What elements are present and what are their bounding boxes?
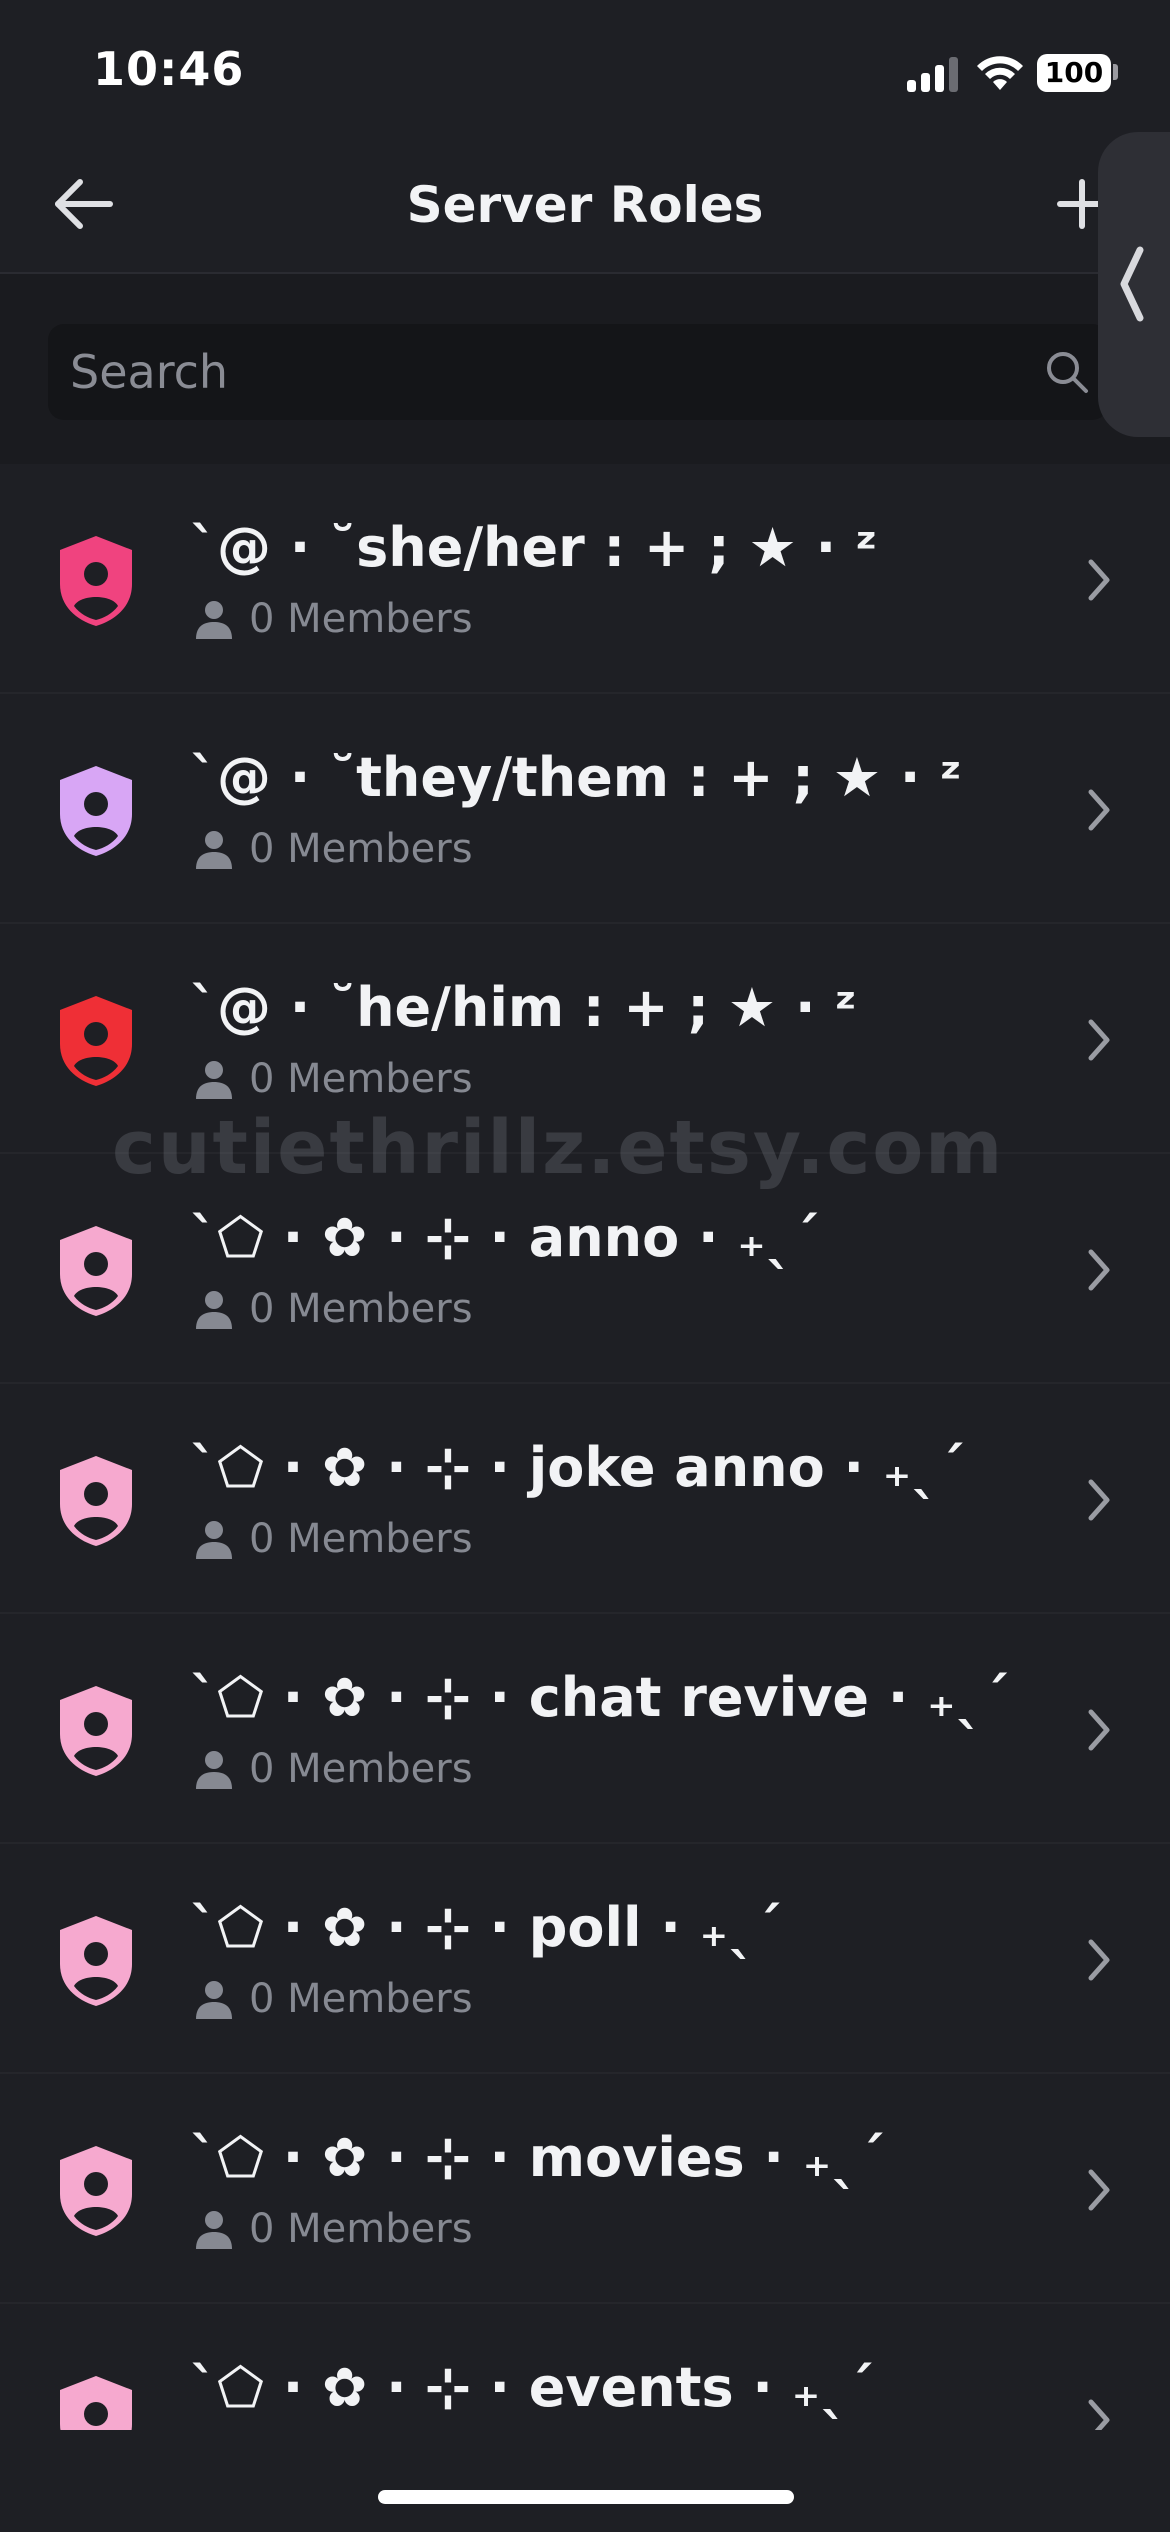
bottom-area bbox=[0, 2430, 1170, 2532]
role-name: `@ · ˘they/them : + ; ★ · ᶻ bbox=[190, 746, 962, 809]
member-count: 0 Members bbox=[249, 596, 473, 642]
chevron-right-icon bbox=[1088, 559, 1110, 601]
person-icon bbox=[196, 2211, 232, 2249]
role-members: 0 Members bbox=[193, 594, 473, 644]
role-name: `⬠ · ✿ · ⊹ · chat revive · ₊ˎˊ bbox=[190, 1666, 1010, 1729]
person-icon bbox=[196, 601, 232, 639]
person-icon bbox=[196, 831, 232, 869]
role-members: 0 Members bbox=[193, 2204, 473, 2254]
role-row[interactable]: `⬠ · ✿ · ⊹ · chat revive · ₊ˎˊ 0 Members bbox=[0, 1614, 1170, 1844]
chevron-right-icon bbox=[1088, 2169, 1110, 2211]
chevron-left-icon bbox=[1120, 246, 1144, 322]
status-bar: 10:46 100 bbox=[0, 0, 1170, 140]
role-name: `⬠ · ✿ · ⊹ · movies · ₊ˎˊ bbox=[190, 2126, 886, 2189]
role-name: `⬠ · ✿ · ⊹ · poll · ₊ˎˊ bbox=[190, 1896, 783, 1959]
role-row[interactable]: `⬠ · ✿ · ⊹ · anno · ₊ˎˊ 0 Members bbox=[0, 1154, 1170, 1384]
battery-indicator: 100 bbox=[1037, 54, 1111, 92]
person-icon bbox=[196, 1751, 232, 1789]
person-icon bbox=[196, 1061, 232, 1099]
role-name: `⬠ · ✿ · ⊹ · events · ₊ˎˊ bbox=[190, 2356, 875, 2419]
side-drawer-tab[interactable] bbox=[1098, 132, 1170, 437]
person-icon bbox=[196, 1291, 232, 1329]
role-name: `@ · ˘he/him : + ; ★ · ᶻ bbox=[190, 976, 857, 1039]
person-icon bbox=[196, 1521, 232, 1559]
role-row[interactable]: `⬠ · ✿ · ⊹ · poll · ₊ˎˊ 0 Members bbox=[0, 1844, 1170, 2074]
role-members: 0 Members bbox=[193, 1284, 473, 1334]
role-name: `⬠ · ✿ · ⊹ · anno · ₊ˎˊ bbox=[190, 1206, 820, 1269]
role-name: `@ · ˘she/her : + ; ★ · ᶻ bbox=[190, 516, 878, 579]
chevron-right-icon bbox=[1088, 1939, 1110, 1981]
search-area bbox=[0, 274, 1170, 464]
role-members: 0 Members bbox=[193, 1744, 473, 1794]
member-count: 0 Members bbox=[249, 1976, 473, 2022]
chevron-right-icon bbox=[1088, 1249, 1110, 1291]
chevron-right-icon bbox=[1088, 1019, 1110, 1061]
role-members: 0 Members bbox=[193, 824, 473, 874]
person-icon bbox=[196, 1981, 232, 2019]
role-shield-icon bbox=[60, 536, 132, 626]
member-count: 0 Members bbox=[249, 1056, 473, 1102]
search-icon bbox=[1047, 352, 1088, 393]
role-shield-icon bbox=[60, 1686, 132, 1776]
role-members: 0 Members bbox=[193, 1054, 473, 1104]
search-input[interactable] bbox=[70, 324, 970, 420]
role-row[interactable]: `@ · ˘they/them : + ; ★ · ᶻ 0 Members bbox=[0, 694, 1170, 924]
role-shield-icon bbox=[60, 1226, 132, 1316]
member-count: 0 Members bbox=[249, 1516, 473, 1562]
role-shield-icon bbox=[60, 1456, 132, 1546]
wifi-icon bbox=[977, 56, 1023, 90]
role-row[interactable]: `⬠ · ✿ · ⊹ · joke anno · ₊ˎˊ 0 Members bbox=[0, 1384, 1170, 1614]
role-shield-icon bbox=[60, 2146, 132, 2236]
role-row[interactable]: `@ · ˘she/her : + ; ★ · ᶻ 0 Members bbox=[0, 464, 1170, 694]
chevron-right-icon bbox=[1088, 1479, 1110, 1521]
member-count: 0 Members bbox=[249, 826, 473, 872]
search-box[interactable] bbox=[48, 324, 1108, 420]
role-members: 0 Members bbox=[193, 1514, 473, 1564]
role-members: 0 Members bbox=[193, 1974, 473, 2024]
chevron-right-icon bbox=[1088, 789, 1110, 831]
role-shield-icon bbox=[60, 996, 132, 1086]
chevron-right-icon bbox=[1088, 1709, 1110, 1751]
screen: 10:46 100 Server Roles Search `@ · ˘she/… bbox=[0, 0, 1170, 2532]
member-count: 0 Members bbox=[249, 2206, 473, 2252]
member-count: 0 Members bbox=[249, 1746, 473, 1792]
role-name: `⬠ · ✿ · ⊹ · joke anno · ₊ˎˊ bbox=[190, 1436, 966, 1499]
role-shield-icon bbox=[60, 766, 132, 856]
header: Server Roles bbox=[0, 140, 1170, 274]
role-shield-icon bbox=[60, 1916, 132, 2006]
battery-tip bbox=[1113, 64, 1118, 80]
status-time: 10:46 bbox=[93, 42, 245, 96]
home-indicator[interactable] bbox=[378, 2490, 794, 2504]
role-row[interactable]: `@ · ˘he/him : + ; ★ · ᶻ 0 Members bbox=[0, 924, 1170, 1154]
roles-list: `@ · ˘she/her : + ; ★ · ᶻ 0 Members `@ ·… bbox=[0, 464, 1170, 2532]
role-row[interactable]: `⬠ · ✿ · ⊹ · movies · ₊ˎˊ 0 Members bbox=[0, 2074, 1170, 2304]
page-title: Server Roles bbox=[406, 176, 764, 234]
member-count: 0 Members bbox=[249, 1286, 473, 1332]
cellular-signal-icon bbox=[907, 56, 959, 92]
